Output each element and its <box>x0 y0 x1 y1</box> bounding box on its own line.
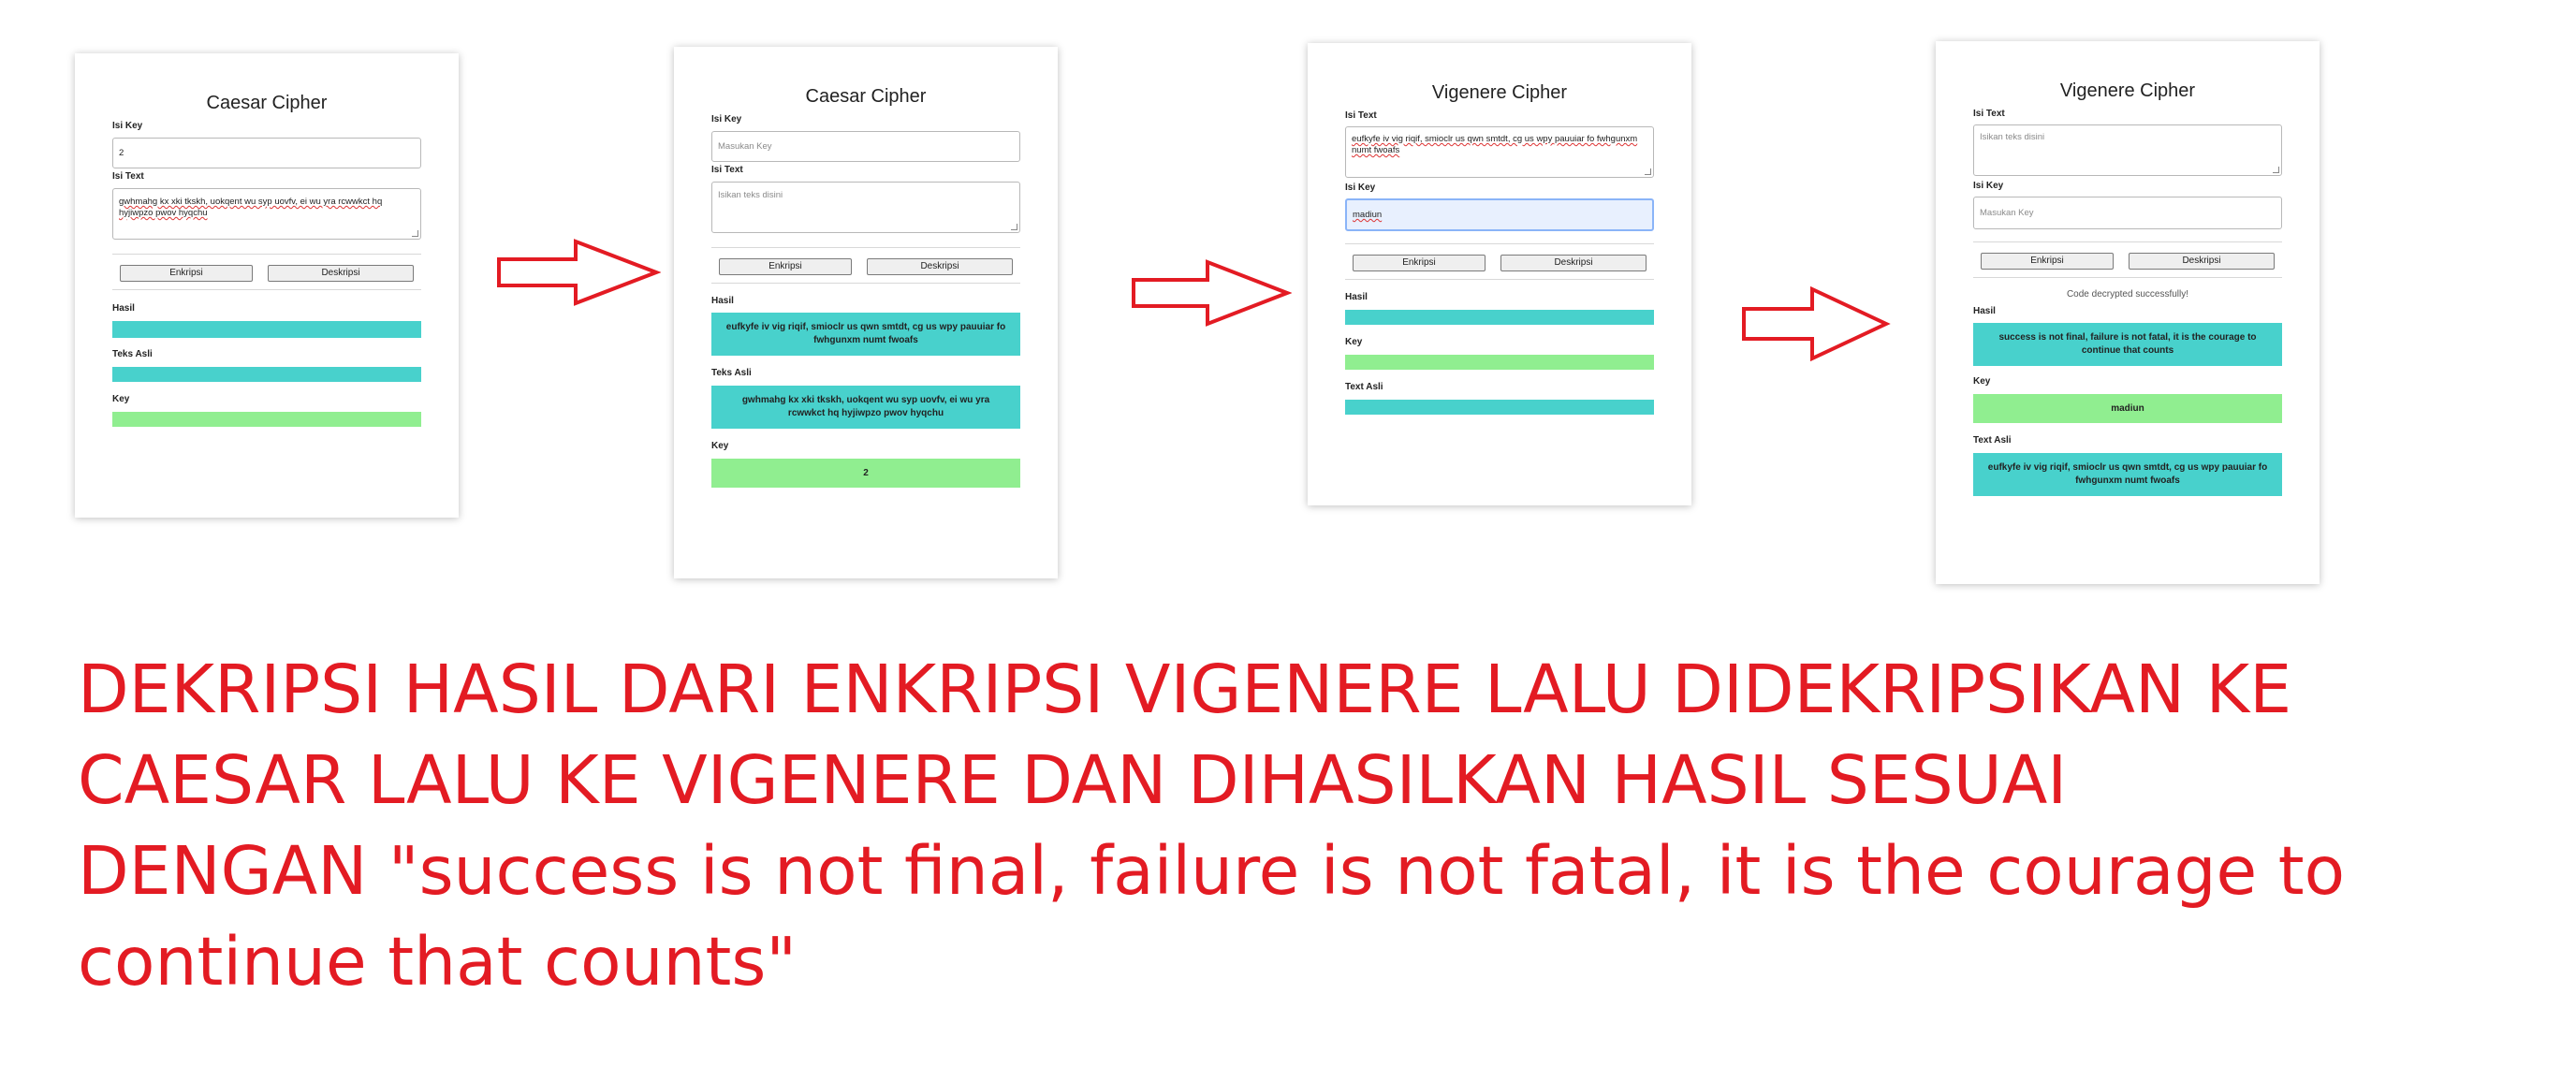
status-message: Code decrypted successfully! <box>2066 289 2189 300</box>
teks-asli-output <box>112 367 421 382</box>
teks-asli-label: Teks Asli <box>711 368 752 378</box>
hasil-output <box>112 321 421 338</box>
page-title: Caesar Cipher <box>805 86 927 107</box>
caesar-panel-result: Caesar Cipher Isi Key Masukan Key Isi Te… <box>674 47 1058 578</box>
caption-line: DENGAN "success is not final, failure is… <box>78 832 2346 910</box>
encrypt-button[interactable]: Enkripsi <box>719 258 852 275</box>
key-label: Isi Key <box>711 114 742 124</box>
key-input[interactable]: Masukan Key <box>711 131 1020 162</box>
text-label: Isi Text <box>1973 109 2005 119</box>
hasil-label: Hasil <box>711 296 734 306</box>
text-input[interactable]: eufkyfe iv vig riqif, smioclr us qwn smt… <box>1345 126 1654 178</box>
divider <box>1973 277 2282 278</box>
right-arrow-icon <box>1132 259 1292 327</box>
vigenere-panel-result: Vigenere Cipher Isi Text Isikan teks dis… <box>1936 41 2320 584</box>
divider <box>1973 241 2282 242</box>
divider <box>1345 243 1654 244</box>
caption-line: DEKRIPSI HASIL DARI ENKRIPSI VIGENERE LA… <box>78 650 2292 728</box>
divider <box>1345 279 1654 280</box>
hasil-label: Hasil <box>1345 292 1368 302</box>
divider <box>112 254 421 255</box>
key-output <box>112 412 421 427</box>
hasil-label: Hasil <box>1973 306 1996 316</box>
encrypt-button[interactable]: Enkripsi <box>1353 255 1486 271</box>
key-label: Isi Key <box>1345 183 1376 193</box>
hasil-output: success is not final, failure is not fat… <box>1973 323 2282 366</box>
hasil-label: Hasil <box>112 303 135 314</box>
decrypt-button[interactable]: Deskripsi <box>268 265 414 282</box>
page-title: Vigenere Cipher <box>2059 80 2196 101</box>
text-input[interactable]: Isikan teks disini <box>711 182 1020 233</box>
key-output: madiun <box>1973 394 2282 423</box>
text-input[interactable]: Isikan teks disini <box>1973 124 2282 176</box>
vigenere-panel-input: Vigenere Cipher Isi Text eufkyfe iv vig … <box>1308 43 1691 505</box>
key-result-label: Key <box>112 394 130 404</box>
teks-asli-label: Teks Asli <box>112 349 153 359</box>
divider <box>711 283 1020 284</box>
decrypt-button[interactable]: Deskripsi <box>1500 255 1647 271</box>
text-label: Isi Text <box>711 165 743 175</box>
encrypt-button[interactable]: Enkripsi <box>120 265 253 282</box>
text-asli-label: Text Asli <box>1345 382 1383 392</box>
text-asli-output: eufkyfe iv vig riqif, smioclr us qwn smt… <box>1973 453 2282 496</box>
hasil-output <box>1345 310 1654 325</box>
page-title: Caesar Cipher <box>206 93 328 113</box>
teks-asli-output: gwhmahg kx xki tkskh, uokqent wu syp uov… <box>711 386 1020 429</box>
text-label: Isi Text <box>1345 110 1377 121</box>
text-label: Isi Text <box>112 171 144 182</box>
text-asli-output <box>1345 400 1654 415</box>
divider <box>112 289 421 290</box>
hasil-output: eufkyfe iv vig riqif, smioclr us qwn smt… <box>711 313 1020 356</box>
caption-line: continue that counts" <box>78 923 797 1001</box>
key-result-label: Key <box>1973 376 1991 387</box>
key-label: Isi Key <box>1973 181 2004 191</box>
caption-text: DEKRIPSI HASIL DARI ENKRIPSI VIGENERE LA… <box>78 644 2511 1007</box>
decrypt-button[interactable]: Deskripsi <box>867 258 1013 275</box>
text-input[interactable]: gwhmahg kx xki tkskh, uokqent wu syp uov… <box>112 188 421 240</box>
text-asli-label: Text Asli <box>1973 435 2012 446</box>
key-result-label: Key <box>711 441 729 451</box>
key-input[interactable]: 2 <box>112 138 421 168</box>
decrypt-button[interactable]: Deskripsi <box>2129 253 2275 270</box>
page-title: Vigenere Cipher <box>1431 82 1568 103</box>
divider <box>711 247 1020 248</box>
key-input[interactable]: madiun <box>1345 198 1654 231</box>
encrypt-button[interactable]: Enkripsi <box>1981 253 2114 270</box>
key-result-label: Key <box>1345 337 1363 347</box>
key-output: 2 <box>711 459 1020 488</box>
right-arrow-icon <box>1742 286 1891 361</box>
caesar-panel-input: Caesar Cipher Isi Key 2 Isi Text gwhmahg… <box>75 53 459 518</box>
right-arrow-icon <box>497 239 661 306</box>
key-input[interactable]: Masukan Key <box>1973 197 2282 229</box>
key-label: Isi Key <box>112 121 143 131</box>
key-output <box>1345 355 1654 370</box>
caption-line: CAESAR LALU KE VIGENERE DAN DIHASILKAN H… <box>78 741 2068 819</box>
